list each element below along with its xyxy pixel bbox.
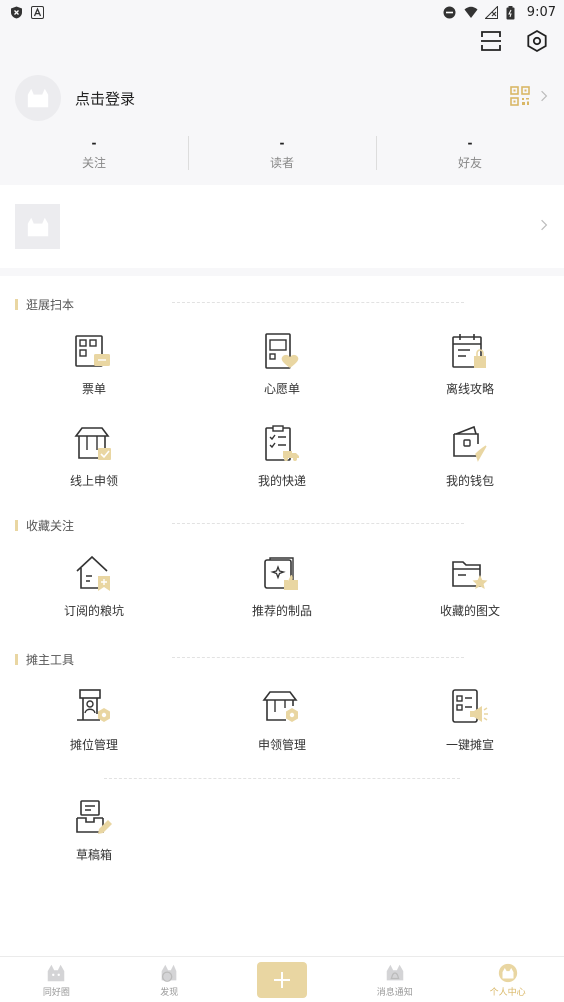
shield-x-icon — [10, 6, 23, 19]
menu-item-label: 一键摊宣 — [445, 738, 494, 752]
stats-row: - 关注 - 读者 - 好友 — [0, 134, 564, 174]
wishlist-icon — [265, 333, 299, 369]
menu-item-ticket[interactable]: 票单 — [24, 332, 164, 397]
plus-icon — [273, 971, 290, 988]
divider — [172, 657, 464, 658]
banner-card[interactable] — [0, 185, 564, 268]
recommended-icon — [264, 557, 298, 590]
profile-tab-icon — [498, 963, 517, 982]
menu-item-booth-manage[interactable]: 摊位管理 — [24, 688, 164, 753]
menu-item-delivery[interactable]: 我的快递 — [212, 424, 352, 489]
menu-item-recommended[interactable]: 推荐的制品 — [212, 554, 352, 619]
drafts-icon — [76, 800, 112, 834]
stat-value: - — [279, 136, 285, 150]
wallet-icon — [453, 425, 487, 462]
section-title: 摊主工具 — [15, 651, 74, 668]
no-signal-icon — [484, 4, 498, 19]
menu-item-label: 摊位管理 — [69, 738, 118, 752]
tab-profile[interactable]: 个人中心 — [451, 957, 564, 1002]
dnd-icon — [443, 6, 456, 19]
default-avatar-icon — [27, 88, 49, 108]
menu-item-label: 草稿箱 — [75, 848, 112, 862]
tab-label: 消息通知 — [376, 987, 413, 998]
menu-item-label: 我的钱包 — [445, 474, 494, 488]
tab-label: 个人中心 — [489, 987, 526, 998]
menu-item-offline-guide[interactable]: 离线攻略 — [400, 332, 540, 397]
section-title: 收藏关注 — [15, 517, 74, 534]
promo-icon — [452, 689, 488, 723]
create-button[interactable] — [256, 961, 307, 998]
stat-label: 读者 — [269, 156, 294, 170]
menu-item-drafts[interactable]: 草稿箱 — [24, 798, 164, 863]
stat-value: - — [91, 136, 97, 150]
offline-guide-icon — [452, 334, 486, 368]
battery-icon — [506, 5, 519, 19]
divider — [172, 523, 464, 524]
stat-friends[interactable]: - 好友 — [376, 134, 564, 174]
status-time: 9:07 — [526, 4, 556, 20]
section-title: 逛展扫本 — [15, 296, 74, 313]
tab-label: 同好圈 — [42, 987, 70, 998]
settings-icon — [527, 29, 547, 53]
menu-item-wishlist[interactable]: 心愿单 — [212, 332, 352, 397]
menu-item-favorites[interactable]: 收藏的图文 — [400, 554, 540, 619]
booth-manage-icon — [77, 689, 110, 722]
placeholder-image-icon — [27, 217, 48, 236]
stat-readers[interactable]: - 读者 — [188, 134, 376, 174]
discover-tab-icon — [161, 964, 177, 982]
menu-item-promo[interactable]: 一键摊宣 — [400, 688, 540, 753]
chevron-right-icon — [541, 219, 548, 231]
menu-item-label: 心愿单 — [263, 382, 300, 396]
menu-item-label: 收藏的图文 — [439, 604, 500, 618]
status-bar: 9:07 — [0, 0, 564, 24]
tab-label: 发现 — [160, 987, 179, 998]
messages-tab-icon — [386, 964, 404, 980]
profile-header: 点击登录 — [0, 70, 564, 126]
menu-item-label: 票单 — [81, 382, 106, 396]
qr-code-button[interactable] — [510, 86, 548, 106]
ticket-icon — [75, 335, 110, 367]
claim-manage-icon — [262, 691, 298, 722]
menu-item-wallet[interactable]: 我的钱包 — [400, 424, 540, 489]
scan-button[interactable] — [478, 28, 504, 54]
notification-a-icon — [31, 5, 44, 19]
menu-item-label: 离线攻略 — [445, 382, 494, 396]
menu-item-label: 订阅的粮坑 — [63, 604, 124, 618]
wifi-icon — [464, 6, 478, 19]
menu-item-subscribed[interactable]: 订阅的粮坑 — [24, 554, 164, 619]
circle-tab-icon — [48, 964, 65, 981]
stat-label: 好友 — [457, 156, 482, 170]
menu-item-claim-manage[interactable]: 申领管理 — [212, 688, 352, 753]
chevron-right-icon — [541, 90, 548, 102]
divider — [104, 778, 460, 779]
subscribed-icon — [76, 555, 110, 591]
menu-item-label: 推荐的制品 — [251, 604, 312, 618]
tab-messages[interactable]: 消息通知 — [338, 957, 451, 1002]
online-claim-icon — [74, 427, 111, 460]
tab-discover[interactable]: 发现 — [113, 957, 226, 1002]
menu-item-label: 线上申领 — [69, 474, 118, 488]
bottom-tab-bar: 同好圈 发现 消息通知 个人中心 — [0, 956, 564, 1002]
favorites-folder-icon — [452, 561, 488, 589]
stat-value: - — [467, 136, 473, 150]
menu-item-label: 申领管理 — [257, 738, 306, 752]
menu-item-label: 我的快递 — [257, 474, 306, 488]
stat-label: 关注 — [81, 156, 106, 170]
divider — [172, 302, 464, 303]
stat-following[interactable]: - 关注 — [0, 134, 188, 174]
qr-code-icon — [510, 86, 530, 106]
delivery-icon — [265, 425, 299, 461]
top-actions — [478, 28, 550, 54]
tab-circle[interactable]: 同好圈 — [0, 957, 113, 1002]
tab-create[interactable] — [226, 957, 339, 1002]
avatar[interactable] — [15, 75, 61, 121]
login-link[interactable]: 点击登录 — [75, 88, 135, 109]
settings-button[interactable] — [524, 28, 550, 54]
scan-icon — [481, 31, 501, 51]
menu-item-online-claim[interactable]: 线上申领 — [24, 424, 164, 489]
banner-thumbnail — [15, 204, 60, 249]
menu-panel: 逛展扫本 票单 心愿单 离线攻略 线上申领 我的快递 我的钱包 收藏关注 订阅的… — [0, 276, 564, 956]
